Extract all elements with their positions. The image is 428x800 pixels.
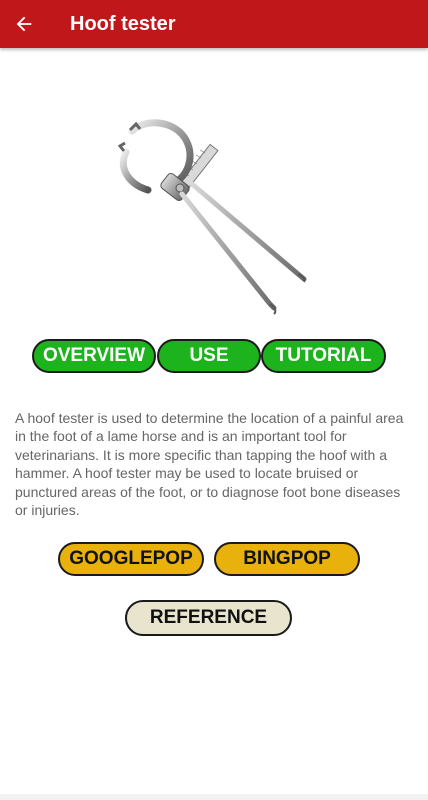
description-text: A hoof tester is used to determine the l… — [15, 410, 404, 519]
bottom-divider — [0, 794, 428, 800]
arrow-left-icon — [16, 16, 32, 32]
app-screen: Hoof tester OVERVIEW USE TUTORIAL A hoof… — [0, 0, 428, 800]
tab-use[interactable]: USE — [157, 339, 261, 373]
bingpop-button[interactable]: BINGPOP — [214, 542, 360, 576]
googlepop-button[interactable]: GOOGLEPOP — [58, 542, 204, 576]
back-button[interactable] — [0, 0, 48, 48]
tab-overview[interactable]: OVERVIEW — [32, 339, 156, 373]
hoof-tester-tool-image — [117, 119, 307, 315]
app-bar: Hoof tester — [0, 0, 428, 48]
reference-button[interactable]: REFERENCE — [125, 600, 292, 636]
tab-tutorial[interactable]: TUTORIAL — [261, 339, 386, 373]
page-title: Hoof tester — [70, 12, 176, 35]
